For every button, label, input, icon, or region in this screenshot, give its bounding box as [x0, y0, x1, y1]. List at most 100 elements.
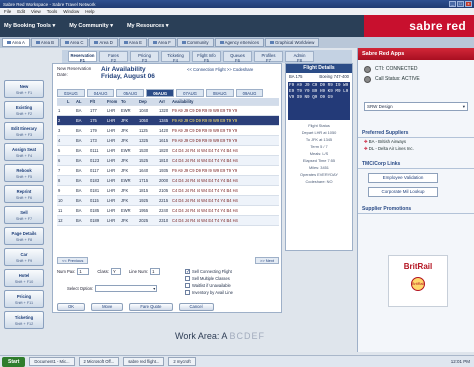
flight-detail-line: Meals: L/S	[309, 151, 329, 156]
date-tab[interactable]: 08AUG	[205, 88, 234, 97]
table-row[interactable]: 5 BA 0111 LHR EWR 1530 1820 C4 D4 J4 R4 I4 W4 E…	[57, 146, 279, 156]
table-row[interactable]: 10 BA 0115 LHR JFK 1925 2215 C4 D4 J4 R4 I4 W4 …	[57, 196, 279, 206]
nav-existing[interactable]: Existing Shift + F2	[4, 101, 44, 119]
start-button[interactable]: Start	[2, 356, 26, 367]
employee-validation-button[interactable]: Employee Validation	[368, 173, 438, 183]
date-tab[interactable]: 05AUG	[116, 88, 145, 97]
date-tab[interactable]: 04AUG	[86, 88, 115, 97]
nav-page-details[interactable]: Page Details Shift + F8	[4, 227, 44, 245]
britrail-promo[interactable]: BritRail BritRail	[388, 255, 448, 307]
date-tab[interactable]: 09AUG	[235, 88, 264, 97]
checkbox-row[interactable]: Sell Connecting Flight	[185, 268, 233, 275]
fkey-flight-info[interactable]: Flight Info F5	[192, 51, 221, 63]
design-select[interactable]: SRW Design ▾	[364, 102, 468, 111]
date-tab[interactable]: 07AUG	[176, 88, 204, 97]
table-cell: 1345	[159, 118, 169, 123]
nav-hotel[interactable]: Hotel Shift + F10	[4, 269, 44, 287]
table-row[interactable]: 4 BA 173 LHR JFK 1325 1615 F9 A9 J9 C9 D9 R9 I9…	[57, 136, 279, 146]
table-row[interactable]: 8 BA 0183 LHR EWR 1715 2000 C4 D4 J4 R4 I4 W4 E…	[57, 176, 279, 186]
nav-label: Edit Itinerary	[11, 126, 37, 131]
table-row[interactable]: 3 BA 179 LHR JFK 1125 1420 F9 A9 J9 C9 D9 R9 I9…	[57, 126, 279, 136]
tab-area-b[interactable]: Area B	[30, 38, 60, 47]
nav-rebook[interactable]: Rebook Shift + F5	[4, 164, 44, 182]
table-cell: 2215	[159, 198, 169, 203]
supplier-row[interactable]: ✈ BA - British Airways	[358, 138, 474, 145]
taskbar-item[interactable]: 2 mycroft	[168, 357, 196, 366]
corporate-mil-lookup-button[interactable]: Corporate Mil Lookup	[368, 187, 438, 197]
tab-graphical-worldview[interactable]: Graphical Worldview	[264, 38, 320, 47]
nav-sell[interactable]: Sell Shift + F7	[4, 206, 44, 224]
checkbox[interactable]	[185, 276, 190, 281]
nav-shortcut: Shift + F6	[15, 196, 33, 200]
fkey-queues[interactable]: Queues F6	[223, 51, 252, 63]
tab-area-f[interactable]: Area F	[147, 38, 176, 47]
select-option-dropdown[interactable]: ▾	[95, 285, 158, 292]
checkbox[interactable]	[185, 283, 190, 288]
nav-edit-itinerary[interactable]: Edit Itinerary Shift + F3	[4, 122, 44, 140]
table-cell: LHR	[107, 148, 116, 153]
table-cell: BA	[76, 208, 82, 213]
ok-button[interactable]: OK	[57, 302, 86, 311]
tab-agency-eservices[interactable]: Agency eServices	[214, 38, 264, 47]
menu-file[interactable]: File	[4, 9, 11, 14]
line-num-input[interactable]: 1	[150, 268, 161, 275]
table-row[interactable]: 6 BA 0123 LHR JFK 1525 1810 C4 D4 J4 R4 I4 W4 E…	[57, 156, 279, 166]
cancel-button[interactable]: Cancel	[178, 302, 214, 311]
my-resources-menu[interactable]: My Resources ▾	[127, 23, 169, 29]
checkbox-checked[interactable]	[185, 269, 190, 274]
taskbar-item[interactable]: sabre red flight...	[123, 357, 165, 366]
tab-area-e[interactable]: Area E	[118, 38, 147, 47]
nav-new[interactable]: New Shift + F1	[4, 80, 44, 98]
menu-view[interactable]: View	[31, 9, 41, 14]
checkbox[interactable]	[185, 290, 190, 295]
next-button[interactable]: >> Next	[254, 256, 279, 264]
taskbar-item[interactable]: Document1 - Mic...	[29, 357, 75, 366]
date-tab[interactable]: 03AUG	[57, 88, 85, 97]
tab-community[interactable]: Community	[176, 38, 214, 47]
my-community-menu[interactable]: My Community ▾	[69, 23, 113, 29]
nav-ticketing[interactable]: Ticketing Shift + F12	[4, 311, 44, 329]
supplier-row[interactable]: ✈ DL - Delta Air Lines Inc.	[358, 145, 474, 152]
table-row[interactable]: 9 BA 0181 LHR JFK 1815 2105 C4 D4 J4 R4 I4 W4 E…	[57, 186, 279, 196]
table-row[interactable]: 2 BA 175 LHR JFK 1050 1345 F9 A9 J9 C9 D9 R9 I9…	[57, 116, 279, 126]
connection-links[interactable]: << Connection Flight >> Codeshare	[187, 67, 253, 72]
fkey-reservation[interactable]: Reservation F1	[68, 51, 97, 63]
class-input[interactable]: Y	[111, 268, 122, 275]
my-booking-tools-menu[interactable]: My Booking Tools ▾	[4, 23, 55, 29]
move-button[interactable]: Move	[91, 302, 124, 311]
table-cell: BA	[76, 158, 82, 163]
menu-window[interactable]: Window	[63, 9, 79, 14]
nav-assign-seat[interactable]: Assign Seat Shift + F4	[4, 143, 44, 161]
status-indicator-icon	[364, 65, 371, 73]
date-tab-selected[interactable]: 06AUG	[146, 88, 175, 97]
checkbox-row[interactable]: Waitlist if Unavailable	[185, 282, 233, 289]
close-button[interactable]: x	[465, 1, 472, 7]
taskbar-item[interactable]: 2 Microsoft Off...	[78, 357, 120, 366]
table-row[interactable]: 1 BA 177 LHR EWR 1040 1320 F9 A9 J9 C9 D9 R9 I9…	[57, 106, 279, 116]
table-row[interactable]: 12 BA 0189 LHR JFK 2025 2310 C4 D4 J4 R4 I4 W4 …	[57, 216, 279, 226]
checkbox-row[interactable]: Inventory by Avail Line	[185, 289, 233, 296]
fare-quote-button[interactable]: Fare Quote	[129, 302, 173, 311]
menu-tools[interactable]: Tools	[47, 9, 58, 14]
tab-area-a[interactable]: Area A	[2, 38, 30, 47]
checkbox-row[interactable]: Sell Multiple Classes	[185, 275, 233, 282]
nav-pricing[interactable]: Pricing Shift + F11	[4, 290, 44, 308]
table-row[interactable]: 7 BA 0117 LHR JFK 1640 1935 F9 A9 J9 C9 D9 R9 I…	[57, 166, 279, 176]
tab-area-d[interactable]: Area D	[89, 38, 118, 47]
nav-reprint[interactable]: Reprint Shift + F6	[4, 185, 44, 203]
tab-area-c[interactable]: Area C	[60, 38, 89, 47]
supplier-label: DL - Delta Air Lines Inc.	[368, 146, 414, 151]
num-pax-input[interactable]: 1	[77, 268, 90, 275]
previous-button[interactable]: << Previous	[57, 256, 89, 264]
menu-help[interactable]: Help	[85, 9, 94, 14]
fkey-admin[interactable]: Admin F8	[285, 51, 314, 63]
fkey-fares[interactable]: Fares F2	[99, 51, 128, 63]
minimize-button[interactable]: _	[449, 1, 456, 7]
fkey-ticketing[interactable]: Ticketing F4	[161, 51, 190, 63]
maximize-button[interactable]: □	[457, 1, 464, 7]
fkey-pricing[interactable]: Pricing F3	[130, 51, 159, 63]
nav-car[interactable]: Car Shift + F9	[4, 248, 44, 266]
fkey-profiles[interactable]: Profiles F7	[254, 51, 283, 63]
table-row[interactable]: 11 BA 0185 LHR EWR 1955 2240 C4 D4 J4 R4 I4 W4 …	[57, 206, 279, 216]
menu-edit[interactable]: Edit	[17, 9, 25, 14]
